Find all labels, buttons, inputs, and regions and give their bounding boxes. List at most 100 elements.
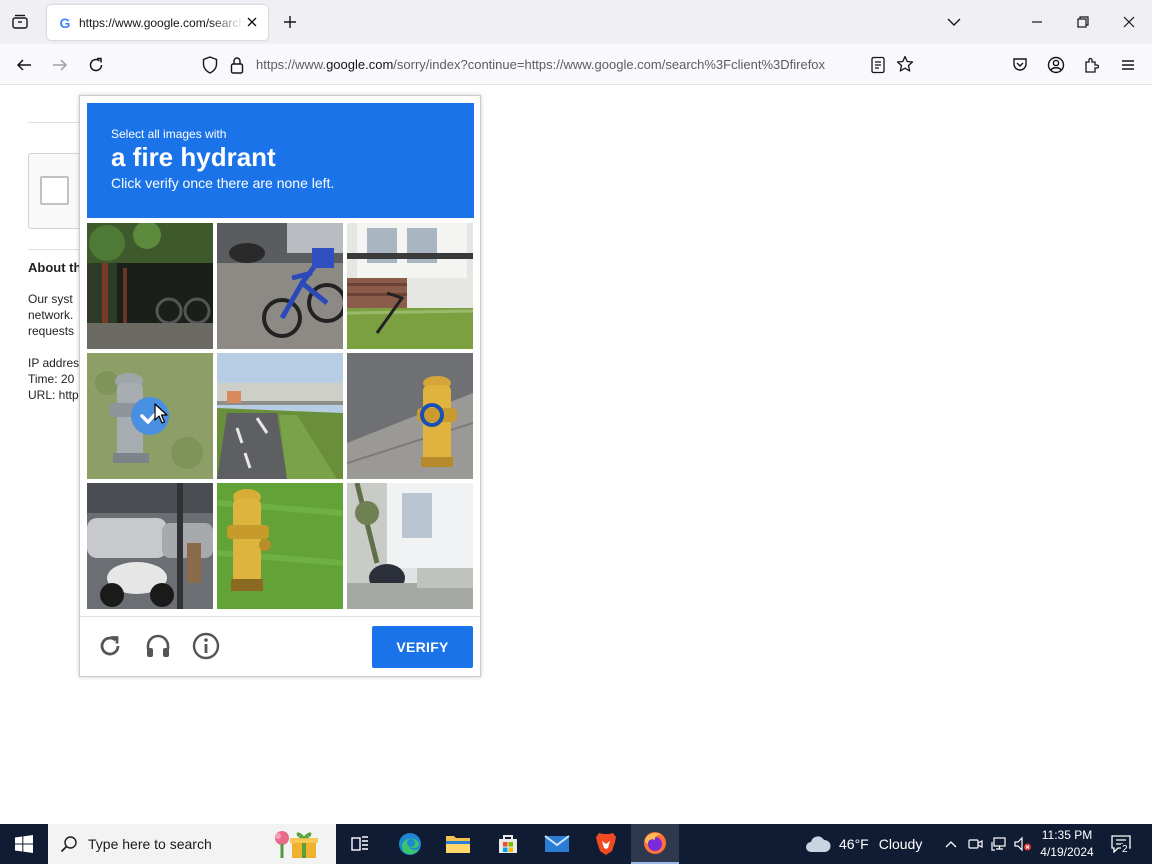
extensions-button[interactable] (1079, 52, 1105, 78)
google-favicon-icon: G (59, 14, 71, 31)
chevron-down-icon (947, 18, 961, 26)
new-tab-button[interactable] (278, 10, 302, 34)
pocket-icon (1013, 58, 1027, 71)
tab-overflow-chevron-button[interactable] (940, 8, 968, 36)
restore-icon (1077, 16, 1089, 28)
account-icon (1047, 56, 1065, 74)
task-view-button[interactable] (336, 824, 384, 864)
volume-muted-icon (1014, 836, 1031, 852)
close-icon (1123, 16, 1135, 28)
recaptcha-challenge-dialog: Select all images with a fire hydrant Cl… (79, 95, 481, 677)
minimize-icon (1032, 21, 1042, 23)
headphones-icon (146, 634, 170, 657)
firefox-icon (644, 832, 666, 854)
show-hidden-icons-button[interactable] (940, 824, 962, 864)
target-object: a fire hydrant (111, 142, 276, 172)
audio-challenge-button[interactable] (144, 632, 172, 660)
taskbar-search-box[interactable]: Type here to search (48, 824, 336, 864)
tile-loading-spinner-icon (420, 403, 444, 427)
reload-challenge-button[interactable] (96, 632, 124, 660)
meet-now-tray-button[interactable] (964, 824, 986, 864)
lock-icon[interactable] (230, 56, 244, 79)
taskbar-file-explorer[interactable] (434, 824, 482, 864)
network-icon (991, 837, 1006, 851)
instruction-suffix: Click verify once there are none left. (111, 175, 335, 191)
account-button[interactable] (1043, 52, 1069, 78)
edge-icon (399, 833, 421, 855)
image-tile-7[interactable] (87, 483, 213, 609)
taskbar-brave[interactable] (582, 824, 630, 864)
about-heading: About th (28, 260, 82, 275)
url-prefix: https://www. (256, 57, 327, 72)
url-text[interactable]: https://www.google.com/sorry/index?conti… (256, 57, 860, 72)
image-tile-2[interactable] (217, 223, 343, 349)
reload-icon (89, 57, 103, 72)
plus-icon (284, 16, 296, 28)
forward-button[interactable] (47, 52, 73, 78)
verify-button[interactable]: VERIFY (372, 626, 473, 668)
mouse-cursor-icon (154, 403, 168, 424)
taskbar-clock[interactable]: 11:35 PM 4/19/2024 (1036, 827, 1098, 861)
challenge-instructions: Select all images with a fire hydrant Cl… (87, 103, 474, 218)
folder-icon (446, 836, 470, 853)
help-button[interactable] (192, 632, 220, 660)
tab-title: https://www.google.com/search?client=fir… (79, 15, 244, 30)
recaptcha-checkbox[interactable] (40, 176, 69, 205)
volume-tray-button[interactable] (1012, 824, 1034, 864)
info-icon (192, 632, 220, 660)
paragraph-line: Our syst (28, 292, 73, 306)
reload-button[interactable] (83, 52, 109, 78)
image-tile-9[interactable] (347, 483, 473, 609)
info-line: Time: 20 (28, 372, 75, 386)
image-tile-1[interactable] (87, 223, 213, 349)
url-path: /sorry/index?continue=https://www.google… (393, 57, 826, 72)
puzzle-icon (1085, 57, 1100, 73)
reader-view-icon[interactable] (870, 56, 886, 79)
image-tile-6[interactable] (347, 353, 473, 479)
search-highlight-gift-icon (275, 831, 318, 858)
start-button[interactable] (0, 824, 48, 864)
image-tile-3[interactable] (347, 223, 473, 349)
paragraph-line: requests (28, 324, 75, 338)
clock-time: 11:35 PM (1041, 828, 1093, 842)
back-button[interactable] (11, 52, 37, 78)
address-bar[interactable]: https://www.google.com/sorry/index?conti… (196, 49, 922, 81)
pocket-button[interactable] (1007, 52, 1033, 78)
network-tray-button[interactable] (988, 824, 1010, 864)
tracking-protection-shield-icon[interactable] (202, 56, 218, 79)
restore-window-button[interactable] (1069, 8, 1097, 36)
clock-date: 4/19/2024 (1040, 845, 1094, 859)
taskbar-mail[interactable] (533, 824, 581, 864)
tab-list-icon (12, 14, 28, 29)
notification-count-badge: 2 (1121, 844, 1129, 855)
close-window-button[interactable] (1115, 8, 1143, 36)
instruction-prefix: Select all images with (111, 127, 227, 141)
close-tab-icon[interactable] (244, 14, 260, 30)
windows-logo-icon (15, 835, 33, 853)
cloud-icon (806, 836, 831, 852)
application-menu-button[interactable] (1115, 52, 1141, 78)
task-view-icon (351, 836, 368, 851)
browser-tab-active[interactable]: G https://www.google.com/search?client=f… (47, 5, 268, 40)
store-icon (499, 835, 517, 853)
chevron-up-icon (945, 841, 957, 848)
taskbar-edge[interactable] (386, 824, 434, 864)
image-tile-4[interactable] (87, 353, 213, 479)
paragraph-line: network. (28, 308, 74, 322)
windows-taskbar: Type here to search 46°F Cloudy 11:35 PM… (0, 824, 1152, 864)
info-line: URL: http (28, 388, 79, 402)
taskbar-firefox[interactable] (631, 824, 679, 864)
image-tile-5[interactable] (217, 353, 343, 479)
info-line: IP addres (28, 356, 80, 370)
reload-icon (100, 636, 120, 656)
notification-center-button[interactable]: 2 (1106, 824, 1136, 864)
mail-icon (544, 835, 570, 852)
search-icon (60, 836, 77, 853)
weather-widget[interactable]: 46°F Cloudy (805, 824, 922, 864)
image-tile-8[interactable] (217, 483, 343, 609)
minimize-window-button[interactable] (1023, 8, 1051, 36)
bookmark-star-icon[interactable] (896, 55, 914, 78)
image-grid (87, 223, 474, 610)
taskbar-microsoft-store[interactable] (484, 824, 532, 864)
list-all-tabs-button[interactable] (8, 10, 32, 34)
